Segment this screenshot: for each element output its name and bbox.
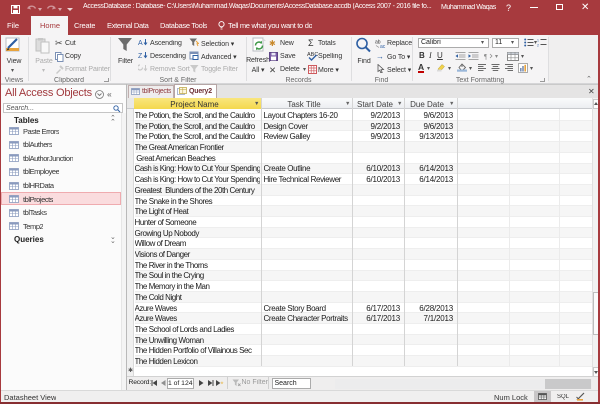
svg-text:*: * bbox=[220, 380, 223, 387]
svg-text:Z: Z bbox=[138, 53, 143, 60]
svg-text:ac: ac bbox=[380, 44, 386, 48]
svg-text:¶: ¶ bbox=[484, 53, 488, 60]
svg-text:1: 1 bbox=[537, 39, 539, 43]
svg-text:2: 2 bbox=[537, 44, 539, 48]
svg-text:A: A bbox=[138, 40, 143, 47]
